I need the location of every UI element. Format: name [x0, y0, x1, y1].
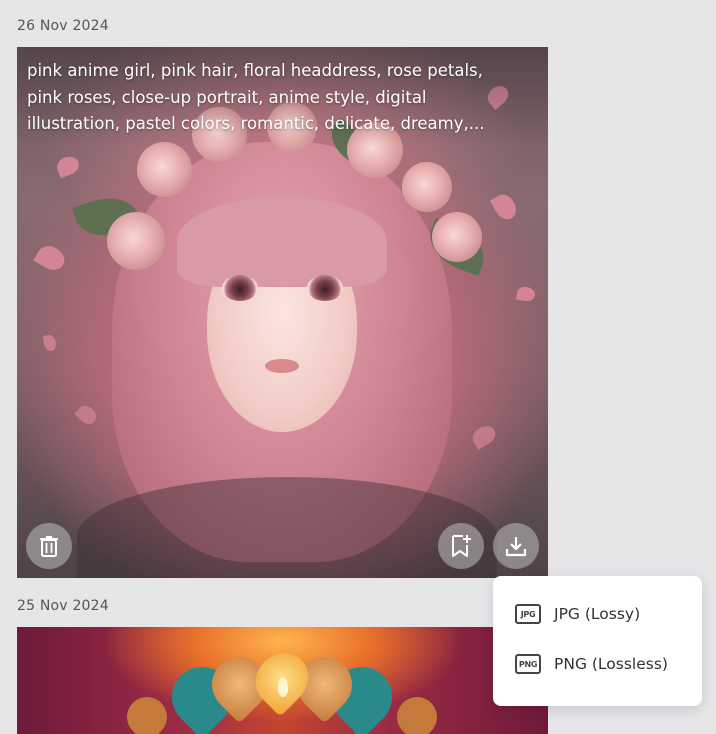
- generated-image-card[interactable]: [17, 627, 548, 734]
- download-icon: [505, 537, 527, 557]
- generated-image-card[interactable]: pink anime girl, pink hair, floral headd…: [17, 47, 548, 578]
- download-png-label: PNG (Lossless): [554, 655, 668, 673]
- date-label: 25 Nov 2024: [17, 598, 109, 614]
- generated-image: [17, 627, 548, 734]
- png-file-icon: PNG: [515, 654, 541, 674]
- download-format-menu: JPG JPG (Lossy) PNG PNG (Lossless): [493, 576, 702, 706]
- prompt-text[interactable]: pink anime girl, pink hair, floral headd…: [27, 58, 537, 138]
- bookmark-plus-icon: [452, 535, 471, 557]
- download-jpg-label: JPG (Lossy): [554, 605, 641, 623]
- jpg-file-icon: JPG: [515, 604, 541, 624]
- download-button[interactable]: [493, 523, 539, 569]
- download-png-option[interactable]: PNG PNG (Lossless): [515, 654, 668, 674]
- date-label: 26 Nov 2024: [17, 18, 109, 34]
- download-jpg-option[interactable]: JPG JPG (Lossy): [515, 604, 640, 624]
- trash-icon: [40, 536, 58, 557]
- delete-button[interactable]: [26, 523, 72, 569]
- save-to-collection-button[interactable]: [438, 523, 484, 569]
